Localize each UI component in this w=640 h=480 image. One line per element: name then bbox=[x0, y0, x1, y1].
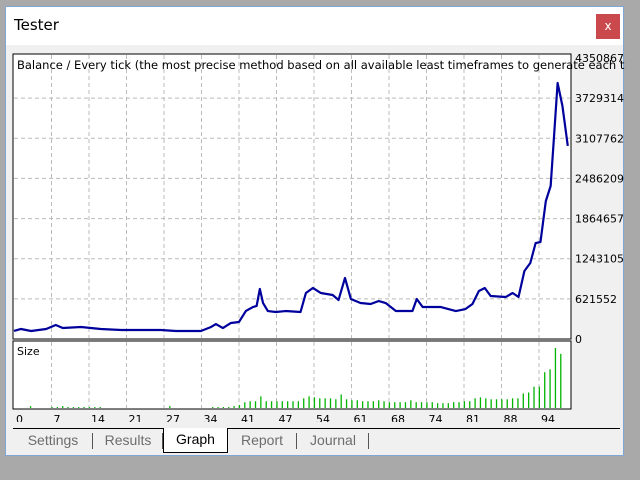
y-tick-label: 1864657 bbox=[575, 213, 624, 226]
tab-graph[interactable]: Graph bbox=[163, 428, 228, 453]
chart-title: Balance / Every tick (the most precise m… bbox=[17, 58, 625, 72]
window-title: Tester bbox=[14, 16, 59, 34]
x-tick-label: 81 bbox=[466, 413, 480, 422]
x-tick-label: 61 bbox=[354, 413, 368, 422]
size-panel bbox=[12, 340, 572, 410]
balance-panel bbox=[12, 53, 572, 340]
tab-report[interactable]: Report bbox=[227, 429, 297, 451]
x-tick-label: 27 bbox=[166, 413, 180, 422]
y-tick-label: 3729314 bbox=[575, 92, 624, 105]
tester-window: Tester x 4350867 3729314 3107762 2486209 186… bbox=[5, 6, 625, 456]
y-tick-label: 2486209 bbox=[575, 172, 624, 185]
balance-chart: 4350867372931431077622486209186465712431… bbox=[12, 52, 625, 422]
x-tick-label: 34 bbox=[204, 413, 218, 422]
y-tick-label: 1243105 bbox=[575, 253, 624, 266]
x-tick-label: 88 bbox=[504, 413, 518, 422]
title-bar: Tester x bbox=[6, 7, 623, 45]
x-tick-label: 54 bbox=[316, 413, 330, 422]
y-tick-label: 3107762 bbox=[575, 132, 624, 145]
close-button[interactable]: x bbox=[596, 14, 620, 39]
x-tick-label: 68 bbox=[391, 413, 405, 422]
x-tick-label: 7 bbox=[54, 413, 61, 422]
x-tick-label: 14 bbox=[91, 413, 105, 422]
tab-bar: Settings Results Graph Report Journal bbox=[13, 428, 620, 455]
y-tick-label: 0 bbox=[575, 333, 582, 346]
size-label: Size bbox=[17, 345, 40, 358]
x-tick-label: 74 bbox=[429, 413, 443, 422]
x-tick-label: 21 bbox=[129, 413, 143, 422]
x-tick-label: 41 bbox=[241, 413, 255, 422]
x-tick-label: 0 bbox=[16, 413, 23, 422]
x-tick-label: 94 bbox=[541, 413, 555, 422]
tab-journal[interactable]: Journal bbox=[297, 429, 369, 451]
x-tick-label: 47 bbox=[279, 413, 293, 422]
tab-settings[interactable]: Settings bbox=[13, 429, 93, 451]
y-tick-label: 621552 bbox=[575, 293, 617, 306]
tab-results[interactable]: Results bbox=[93, 429, 163, 451]
